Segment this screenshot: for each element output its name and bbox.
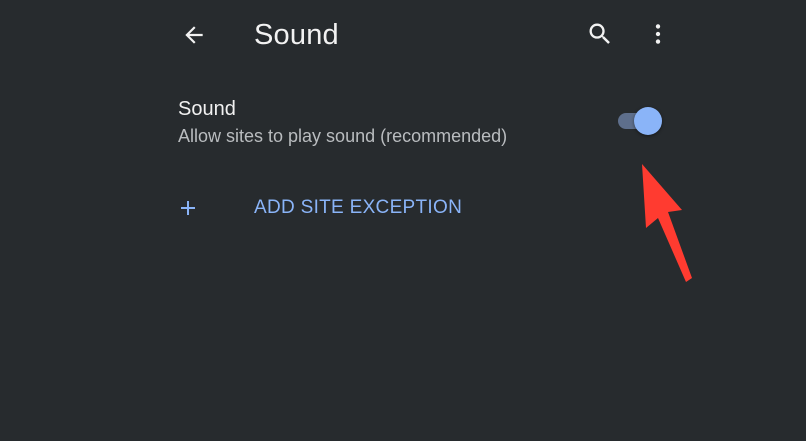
add-site-exception-button[interactable]: ADD SITE EXCEPTION (160, 186, 500, 230)
red-arrow-icon (642, 164, 692, 282)
more-options-button[interactable] (640, 16, 676, 52)
setting-title: Sound (178, 98, 236, 120)
add-site-exception-label: ADD SITE EXCEPTION (254, 197, 463, 218)
arrow-back-icon (185, 26, 203, 44)
toggle-thumb (634, 107, 662, 135)
search-button[interactable] (582, 16, 618, 52)
more-vert-icon (655, 24, 661, 44)
plus-icon (181, 201, 195, 215)
sound-setting-row[interactable]: Sound Allow sites to play sound (recomme… (160, 90, 680, 154)
app-bar: Sound (0, 0, 806, 72)
search-icon (589, 23, 610, 44)
back-button[interactable] (176, 17, 212, 53)
page-title: Sound (254, 19, 339, 51)
setting-summary: Allow sites to play sound (recommended) (178, 126, 508, 146)
sound-toggle-switch[interactable] (616, 106, 664, 136)
